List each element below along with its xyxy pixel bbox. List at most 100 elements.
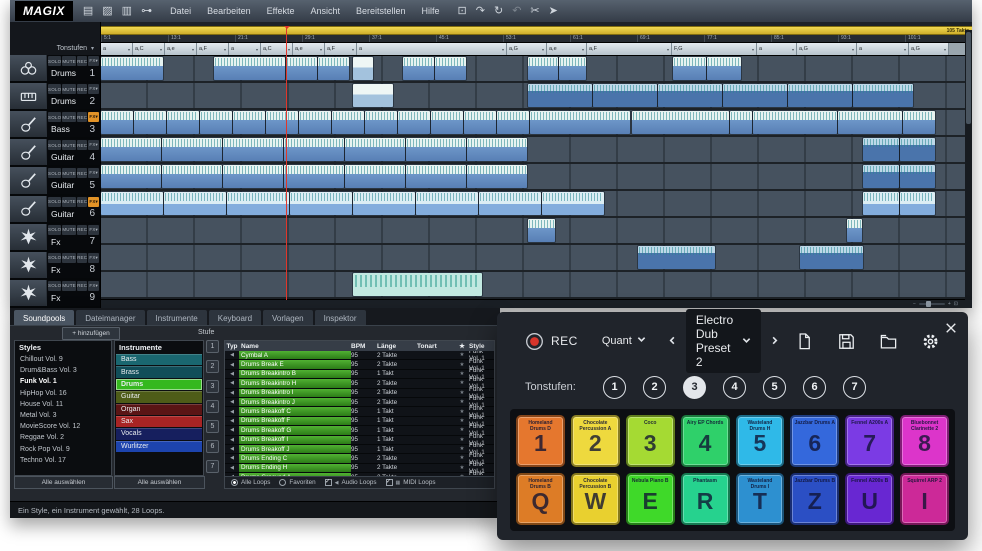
harmony-cell[interactable]: a,e ▾ [547,43,587,55]
instrument-list-item[interactable]: Drums [116,379,202,390]
audio-clip[interactable]: ▾ ◢ [167,111,199,134]
favorite-star-icon[interactable]: ★ [455,399,469,405]
redo-icon[interactable]: ↷ [476,6,485,17]
loop-pad[interactable]: Jazzbar Drums B Z [790,473,839,525]
settings-gear-icon[interactable] [921,332,940,351]
filter-midi-loops[interactable]: ▦MIDI Loops [386,479,436,486]
audio-clip[interactable]: ▾ ◢ [528,84,592,107]
rec-button[interactable]: REC [77,84,88,94]
rec-button[interactable]: REC [77,168,88,178]
audio-clip[interactable]: ▾ ◢ [416,192,478,215]
style-list-item[interactable]: Chillout Vol. 9 [15,354,111,365]
favorite-star-icon[interactable]: ★ [455,437,469,443]
mute-button[interactable]: MUTE [62,281,76,291]
instrument-list-item[interactable]: Sax [116,416,202,427]
pointer-icon[interactable]: ➤ [549,6,558,17]
loop-row[interactable]: ◀ Drums Ending H 95 2 Takte ★ Funk Vol. … [225,464,494,473]
loop-row[interactable]: ◀ Drums Breakoff G 95 1 Takt ★ Funk Vol.… [225,426,494,435]
instrument-list-item[interactable]: Bass [116,354,202,365]
style-list-item[interactable]: Rock Pop Vol. 9 [15,444,111,455]
instrument-list-item[interactable]: Organ [116,404,202,415]
stufe-number-chip[interactable]: 4 [206,400,219,413]
harmony-cell[interactable]: a ▾ [101,43,133,55]
audio-clip[interactable]: ▾ ◢ [332,111,364,134]
track-lane[interactable]: ▾ ◢ ▾ ◢ [101,218,972,245]
harmony-cell[interactable]: a,F ▾ [325,43,357,55]
rec-button[interactable]: REC [77,281,88,291]
rec-button[interactable]: REC [77,225,88,235]
audio-clip[interactable]: ▾ ◢ [497,111,529,134]
loop-row[interactable]: ◀ Drums Breakintro H 95 2 Takte ★ Funk V… [225,379,494,388]
style-list-item[interactable]: HipHop Vol. 16 [15,388,111,399]
audio-clip[interactable]: ▾ ◢ [164,192,226,215]
favorite-star-icon[interactable]: ★ [455,409,469,415]
rec-button[interactable]: REC [77,140,88,150]
audio-clip[interactable]: ▾ ◢ [353,192,415,215]
audio-clip[interactable]: ▾ ◢ [299,111,331,134]
audio-clip[interactable]: ▾ ◢ [847,219,862,242]
audio-clip[interactable]: ▾ ◢ [101,57,163,80]
tonstufe-button[interactable]: 1 [603,376,626,399]
select-all-instruments-button[interactable]: Alle auswählen [114,476,205,489]
audio-clip[interactable]: ▾ ◢ [723,84,787,107]
audio-clip[interactable]: ▾ ◢ [479,192,541,215]
favorite-star-icon[interactable]: ★ [455,362,469,368]
mute-button[interactable]: MUTE [62,225,76,235]
harmony-cell[interactable]: a ▾ [229,43,261,55]
solo-button[interactable]: SOLO [48,112,61,122]
audio-clip[interactable]: Tom FXC-1 HDP 140.00 BPM ▾ ◢ [353,273,482,296]
audio-clip[interactable]: ▾ ◢ [730,111,752,134]
fx-button[interactable]: FX▾ [88,253,99,263]
audio-clip[interactable]: ▾ ◢ [162,138,222,161]
harmony-cell[interactable]: a,C ▾ [133,43,165,55]
instrument-list-item[interactable]: Wurlitzer [116,441,202,452]
loop-row[interactable]: ◀ Drums Breakoff F 95 1 Takt ★ Funk Vol.… [225,417,494,426]
loop-pad[interactable]: Chocolate Percussion A 2 [571,415,620,467]
menubar-menu-item[interactable]: Effekte [259,3,303,19]
loop-pad[interactable]: Wasteland Drums I T [736,473,785,525]
solo-button[interactable]: SOLO [48,168,61,178]
solo-button[interactable]: SOLO [48,84,61,94]
record-button[interactable]: REC [525,332,578,351]
mute-button[interactable]: MUTE [62,168,76,178]
key-icon[interactable]: ⊶ [141,6,152,17]
audio-clip[interactable]: Concrete Bass ... ▾ ◢ [632,111,729,134]
preset-dropdown[interactable]: Electro Dub Preset 2 [686,309,761,373]
audio-clip[interactable]: ▾ ◢ [673,57,706,80]
quantize-dropdown[interactable]: Quant [602,335,646,347]
audio-clip[interactable]: ▾ ◢ [900,165,935,188]
tonstufe-button[interactable]: 2 [643,376,666,399]
favorite-star-icon[interactable]: ★ [455,427,469,433]
zoom-in-icon[interactable]: + [948,301,951,307]
add-soundpool-button[interactable]: + hinzufügen [62,327,120,340]
mute-button[interactable]: MUTE [62,56,76,66]
tonstufe-button[interactable]: 4 [723,376,746,399]
audio-clip[interactable]: ▾ ◢ [863,138,899,161]
loop-pad[interactable]: Chocolate Percussion B W [571,473,620,525]
undo-icon[interactable]: ↶ [512,6,521,17]
track-lane[interactable]: ▾ ◢ ▾ ◢ [101,245,972,272]
audio-clip[interactable]: ▾ ◢ [788,84,852,107]
harmony-cell[interactable]: a,G ▾ [507,43,547,55]
audio-clip[interactable]: ▾ ◢ [863,192,899,215]
style-list-item[interactable]: MovieScore Vol. 12 [15,421,111,432]
stufe-number-chip[interactable]: 2 [206,360,219,373]
audio-clip[interactable]: ▾ ◢ [900,192,935,215]
rec-button[interactable]: REC [77,253,88,263]
tonstufe-button[interactable]: 3 [683,376,706,399]
open-preset-icon[interactable] [879,332,898,351]
instrument-list-item[interactable]: Brass [116,366,202,377]
mute-button[interactable]: MUTE [62,197,76,207]
favorite-star-icon[interactable]: ★ [455,390,469,396]
style-list-item[interactable]: Drum&Bass Vol. 3 [15,365,111,376]
audio-clip[interactable]: ▾ ◢ [464,111,496,134]
track-lane[interactable]: ▾ ◢ ▾ ◢ [101,191,972,218]
loop-pad[interactable]: Fennel A200s A 7 [845,415,894,467]
loop-row[interactable]: ◀ Drums Breakoff I 95 1 Takt ★ Funk Vol.… [225,436,494,445]
zoom-out-icon[interactable]: − [913,301,916,307]
favorite-star-icon[interactable]: ★ [455,371,469,377]
style-list-item[interactable]: Techno Vol. 17 [15,455,111,466]
harmony-cell[interactable]: a,F ▾ [197,43,229,55]
save-arrangement-icon[interactable]: ▥ [122,6,132,17]
audio-clip[interactable]: Co... ▾ ◢ [101,111,133,134]
